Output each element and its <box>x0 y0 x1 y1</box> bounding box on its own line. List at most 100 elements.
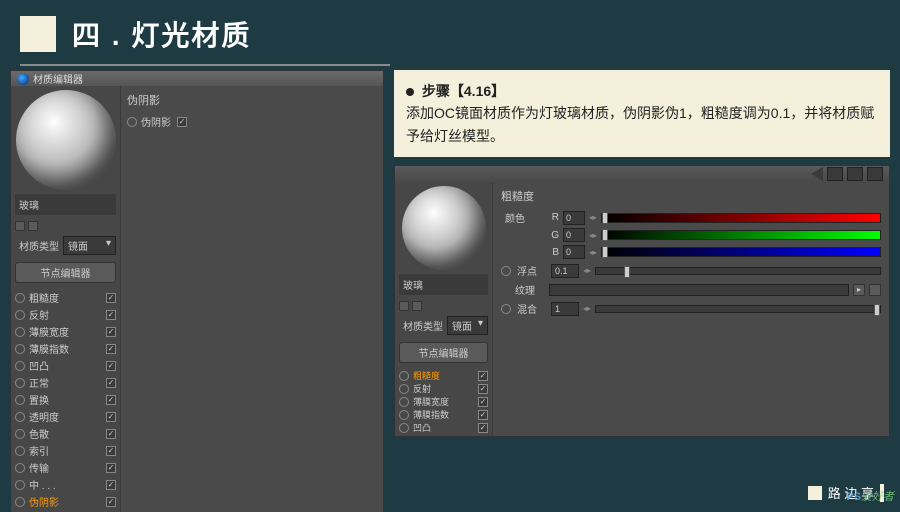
property-label: 反射 <box>413 382 478 395</box>
step-text: 添加OC镜面材质作为灯玻璃材质，伪阴影伪1，粗糙度调为0.1，并将材质赋予给灯丝… <box>406 105 874 143</box>
spinner-icon[interactable]: ◂▸ <box>583 304 591 313</box>
g-value-input[interactable]: 0 <box>563 228 585 242</box>
material-name-field[interactable]: 玻璃 <box>399 274 488 295</box>
node-editor-button[interactable]: 节点编辑器 <box>15 262 116 283</box>
spinner-icon[interactable]: ◂▸ <box>589 231 597 240</box>
ring-icon <box>399 423 409 433</box>
sidebar: 玻璃 材质类型 镜面▾ 节点编辑器 粗糙度 反射 薄膜宽度 薄膜指数 凹凸 <box>11 86 121 512</box>
toolbar-button[interactable] <box>847 167 863 181</box>
float-value-input[interactable]: 0.1 <box>551 264 579 278</box>
property-row[interactable]: 粗糙度 <box>15 289 116 306</box>
property-checkbox[interactable] <box>478 384 488 394</box>
mix-value-input[interactable]: 1 <box>551 302 579 316</box>
ring-icon <box>399 371 409 381</box>
ring-icon <box>399 384 409 394</box>
property-list: 粗糙度 反射 薄膜宽度 薄膜指数 凹凸 正常 置换 透明度 色散 索引 传输 中… <box>11 287 120 512</box>
property-checkbox[interactable] <box>478 371 488 381</box>
property-checkbox[interactable] <box>106 395 116 405</box>
preview-nav-icons[interactable] <box>395 299 492 313</box>
property-checkbox[interactable] <box>478 410 488 420</box>
material-type-select[interactable]: 镜面▾ <box>63 236 116 255</box>
property-checkbox[interactable] <box>106 344 116 354</box>
property-checkbox[interactable] <box>106 497 116 507</box>
header-square-icon <box>20 16 56 52</box>
property-checkbox[interactable] <box>478 423 488 433</box>
property-row[interactable]: 薄膜宽度 <box>15 323 116 340</box>
property-row[interactable]: 正常 <box>15 374 116 391</box>
property-label: 反射 <box>29 307 106 322</box>
property-checkbox[interactable] <box>106 293 116 303</box>
property-checkbox[interactable] <box>106 310 116 320</box>
r-value-input[interactable]: 0 <box>563 211 585 225</box>
watermark: PS爱好者 <box>846 488 894 504</box>
material-name-field[interactable]: 玻璃 <box>15 194 116 215</box>
property-row[interactable]: 薄膜宽度 <box>399 395 488 408</box>
texture-browse-button[interactable]: ▸ <box>853 284 865 296</box>
fake-shadow-checkbox[interactable] <box>177 117 187 127</box>
property-label: 凹凸 <box>29 358 106 373</box>
g-slider[interactable] <box>601 230 881 240</box>
preview-nav-icons[interactable] <box>11 219 120 233</box>
property-row[interactable]: 凹凸 <box>399 421 488 434</box>
property-label: 传输 <box>29 460 106 475</box>
texture-clear-button[interactable] <box>869 284 881 296</box>
property-row[interactable]: 薄膜指数 <box>399 408 488 421</box>
toolbar-button[interactable] <box>867 167 883 181</box>
property-row[interactable]: 反射 <box>15 306 116 323</box>
property-checkbox[interactable] <box>106 378 116 388</box>
property-checkbox[interactable] <box>106 327 116 337</box>
mix-slider[interactable] <box>595 305 881 313</box>
property-label: 薄膜指数 <box>413 408 478 421</box>
window-title-bar[interactable]: 材质编辑器 <box>11 71 383 86</box>
ring-icon <box>15 429 25 439</box>
roughness-panel: 粗糙度 颜色 R 0 ◂▸ G 0 ◂▸ <box>493 182 889 436</box>
property-checkbox[interactable] <box>106 463 116 473</box>
property-row[interactable]: 薄膜指数 <box>15 340 116 357</box>
property-checkbox[interactable] <box>106 412 116 422</box>
property-row[interactable]: 反射 <box>399 382 488 395</box>
property-checkbox[interactable] <box>106 429 116 439</box>
property-row[interactable]: 粗糙度 <box>399 369 488 382</box>
spinner-icon[interactable]: ◂▸ <box>589 248 597 257</box>
r-slider[interactable] <box>601 213 881 223</box>
property-row[interactable]: 中 . . . <box>15 476 116 493</box>
material-preview-sphere <box>16 90 116 190</box>
property-row[interactable]: 置换 <box>15 391 116 408</box>
material-editor-right: 玻璃 材质类型 镜面▾ 节点编辑器 粗糙度 反射 薄膜宽度 薄膜指数 <box>394 165 890 437</box>
texture-slot[interactable] <box>549 284 849 296</box>
property-label: 索引 <box>29 443 106 458</box>
property-label: 薄膜宽度 <box>413 395 478 408</box>
spinner-icon[interactable]: ◂▸ <box>583 266 591 275</box>
texture-row: 纹理 ▸ <box>501 282 881 297</box>
b-slider[interactable] <box>601 247 881 257</box>
property-row[interactable]: 凹凸 <box>15 357 116 374</box>
ring-icon <box>15 310 25 320</box>
panel-toolbar <box>395 166 889 182</box>
toolbar-button[interactable] <box>827 167 843 181</box>
material-type-select[interactable]: 镜面▾ <box>447 316 488 335</box>
node-editor-button[interactable]: 节点编辑器 <box>399 342 488 363</box>
property-label: 粗糙度 <box>413 369 478 382</box>
material-type-row[interactable]: 材质类型 镜面▾ <box>395 313 492 338</box>
property-row[interactable]: 索引 <box>15 442 116 459</box>
step-description: 步骤【4.16】 添加OC镜面材质作为灯玻璃材质，伪阴影伪1，粗糙度调为0.1，… <box>394 70 890 157</box>
b-value-input[interactable]: 0 <box>563 245 585 259</box>
property-checkbox[interactable] <box>106 446 116 456</box>
window-title: 材质编辑器 <box>33 71 83 86</box>
property-row[interactable]: 透明度 <box>15 408 116 425</box>
float-slider[interactable] <box>595 267 881 275</box>
property-row[interactable]: 伪阴影 <box>15 493 116 510</box>
property-checkbox[interactable] <box>106 361 116 371</box>
channel-b-label: B <box>547 247 559 258</box>
back-icon[interactable] <box>811 167 823 181</box>
ring-icon <box>15 378 25 388</box>
fake-shadow-label: 伪阴影 <box>141 114 171 129</box>
property-checkbox[interactable] <box>478 397 488 407</box>
property-checkbox[interactable] <box>106 480 116 490</box>
fake-shadow-toggle-row[interactable]: 伪阴影 <box>127 112 377 131</box>
ring-icon <box>15 480 25 490</box>
property-row[interactable]: 色散 <box>15 425 116 442</box>
spinner-icon[interactable]: ◂▸ <box>589 213 597 222</box>
material-type-row[interactable]: 材质类型 镜面▾ <box>11 233 120 258</box>
property-row[interactable]: 传输 <box>15 459 116 476</box>
